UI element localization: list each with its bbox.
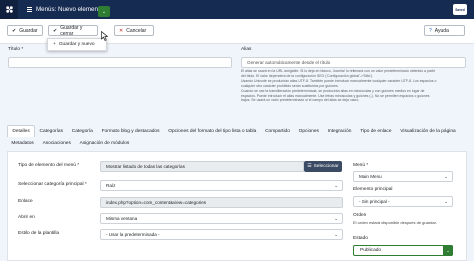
top-category-label: Seleccionar categoría principal * [18,182,87,187]
tab-list-layout[interactable]: Opciones del formato del tipo lista o ta… [164,126,261,137]
alias-input[interactable]: Generar automáticamente desde el título [241,57,466,68]
link-field: index.php?option=com_content&view=catego… [100,197,343,208]
tab-shared[interactable]: Compartido [261,126,295,137]
mouse-cursor-icon [101,31,108,41]
menu-item-type-label: Tipo de elemento del menú * [18,163,80,168]
chevron-down-icon: ⌄ [101,8,107,15]
tab-blog-layout[interactable]: Formato blog y destacados [97,126,164,137]
parent-item-value: - Sin principal - [359,199,390,204]
title-input[interactable] [8,57,232,68]
tab-category[interactable]: Categoría [67,126,97,137]
tab-integration[interactable]: Integración [323,126,356,137]
list-icon: ☰ [307,164,312,169]
select-button-label: Seleccionar [313,164,339,169]
chevron-down-icon: ⌄ [334,232,338,237]
top-category-select[interactable]: Raíz ⌄ [100,180,343,191]
menu-item-type-field: Mostrar listado de todas las categorías [100,161,304,172]
joomla-logo-icon[interactable] [0,0,18,19]
tab-associations[interactable]: Asociaciones [38,138,75,149]
tab-details[interactable]: Detalles [7,125,36,137]
tab-link-type[interactable]: Tipo de enlace [356,126,396,137]
tab-bar: Detalles Categorías Categoría Formato bl… [7,125,467,149]
chevron-down-icon: ⌄ [444,199,448,204]
save-button-label: Guardar [19,27,38,34]
user-menu-label: Saved [455,7,465,12]
order-help-text: El orden estará disponible después de gu… [353,220,437,225]
link-label: Enlace [18,199,33,204]
chevron-down-icon: ⌄ [334,183,338,188]
user-menu-button[interactable]: Saved [453,4,467,15]
save-close-button[interactable]: ✔ Guardar y cerrar [48,24,98,37]
chevron-down-icon: ⌄ [444,174,448,179]
save-close-button-label: Guardar y cerrar [60,24,83,37]
help-button[interactable]: ? Ayuda [424,25,465,36]
save-new-option[interactable]: Guardar y nuevo [59,42,95,47]
tab-row: Metadatos Asociaciones Asignación de mód… [7,138,467,149]
cancel-button-label: Cancelar [126,27,147,34]
title-label: Título * [8,47,24,52]
target-value: Misma ventana [106,216,138,221]
plus-icon: + [53,42,56,47]
parent-item-select[interactable]: - Sin principal - ⌄ [353,196,453,207]
target-label: Abrir en [18,215,35,220]
menu-list-icon [27,7,32,12]
save-close-icon: ✔ [53,27,58,34]
menu-label: Menú * [353,163,369,168]
top-category-value: Raíz [106,183,116,188]
page-title: Menús: Nuevo elemento [36,6,104,13]
help-icon: ? [429,27,432,34]
template-style-value: - Usar la predeterminada - [106,232,160,237]
menu-value: Main Menu [359,174,382,179]
order-label: Orden [353,213,367,218]
tab-row: Detalles Categorías Categoría Formato bl… [7,125,467,137]
alias-help-line: Cuando se use la transliteración predete… [241,88,425,93]
status-select[interactable]: Publicado [353,245,453,256]
alias-help-line: Usando Unicode se producirán alias UTF-8… [241,78,437,83]
chevron-down-icon[interactable]: ⌄ [443,245,453,256]
save-icon: ✔ [12,27,17,34]
status-label: Estado [353,236,368,241]
close-icon: ✕ [119,27,124,34]
template-style-select[interactable]: - Usar la predeterminada - ⌄ [100,229,343,240]
cancel-button[interactable]: ✕ Cancelar [114,25,154,36]
tab-metadata[interactable]: Metadatos [7,138,38,149]
tab-options[interactable]: Opciones [294,126,323,137]
alias-help-line: bajos. Se usará un valor predeterminado … [241,98,360,103]
help-button-label: Ayuda [434,27,449,34]
top-header: Menús: Nuevo elemento Saved [0,0,474,19]
parent-item-label: Elemento principal [353,187,393,192]
template-style-label: Estilo de la plantilla [18,231,60,236]
save-options-dropdown-toggle[interactable]: ⌄ [98,6,110,17]
save-button[interactable]: ✔ Guardar [7,25,43,36]
save-options-dropdown: + Guardar y nuevo [47,38,107,51]
target-select[interactable]: Misma ventana ⌄ [100,213,343,224]
tab-page-display[interactable]: Visualización de la página [396,126,460,137]
alias-help-text: El alias se usará en la URL amigable. Si… [241,69,436,103]
status-value: Publicado [360,248,382,253]
tab-categories[interactable]: Categorías [35,126,67,137]
tab-module-assignment[interactable]: Asignación de módulos [75,138,133,149]
menu-select[interactable]: Main Menu ⌄ [353,171,453,182]
chevron-down-icon: ⌄ [334,216,338,221]
select-menu-item-type-button[interactable]: ☰ Seleccionar [304,161,342,172]
alias-label: Alias [241,47,252,52]
